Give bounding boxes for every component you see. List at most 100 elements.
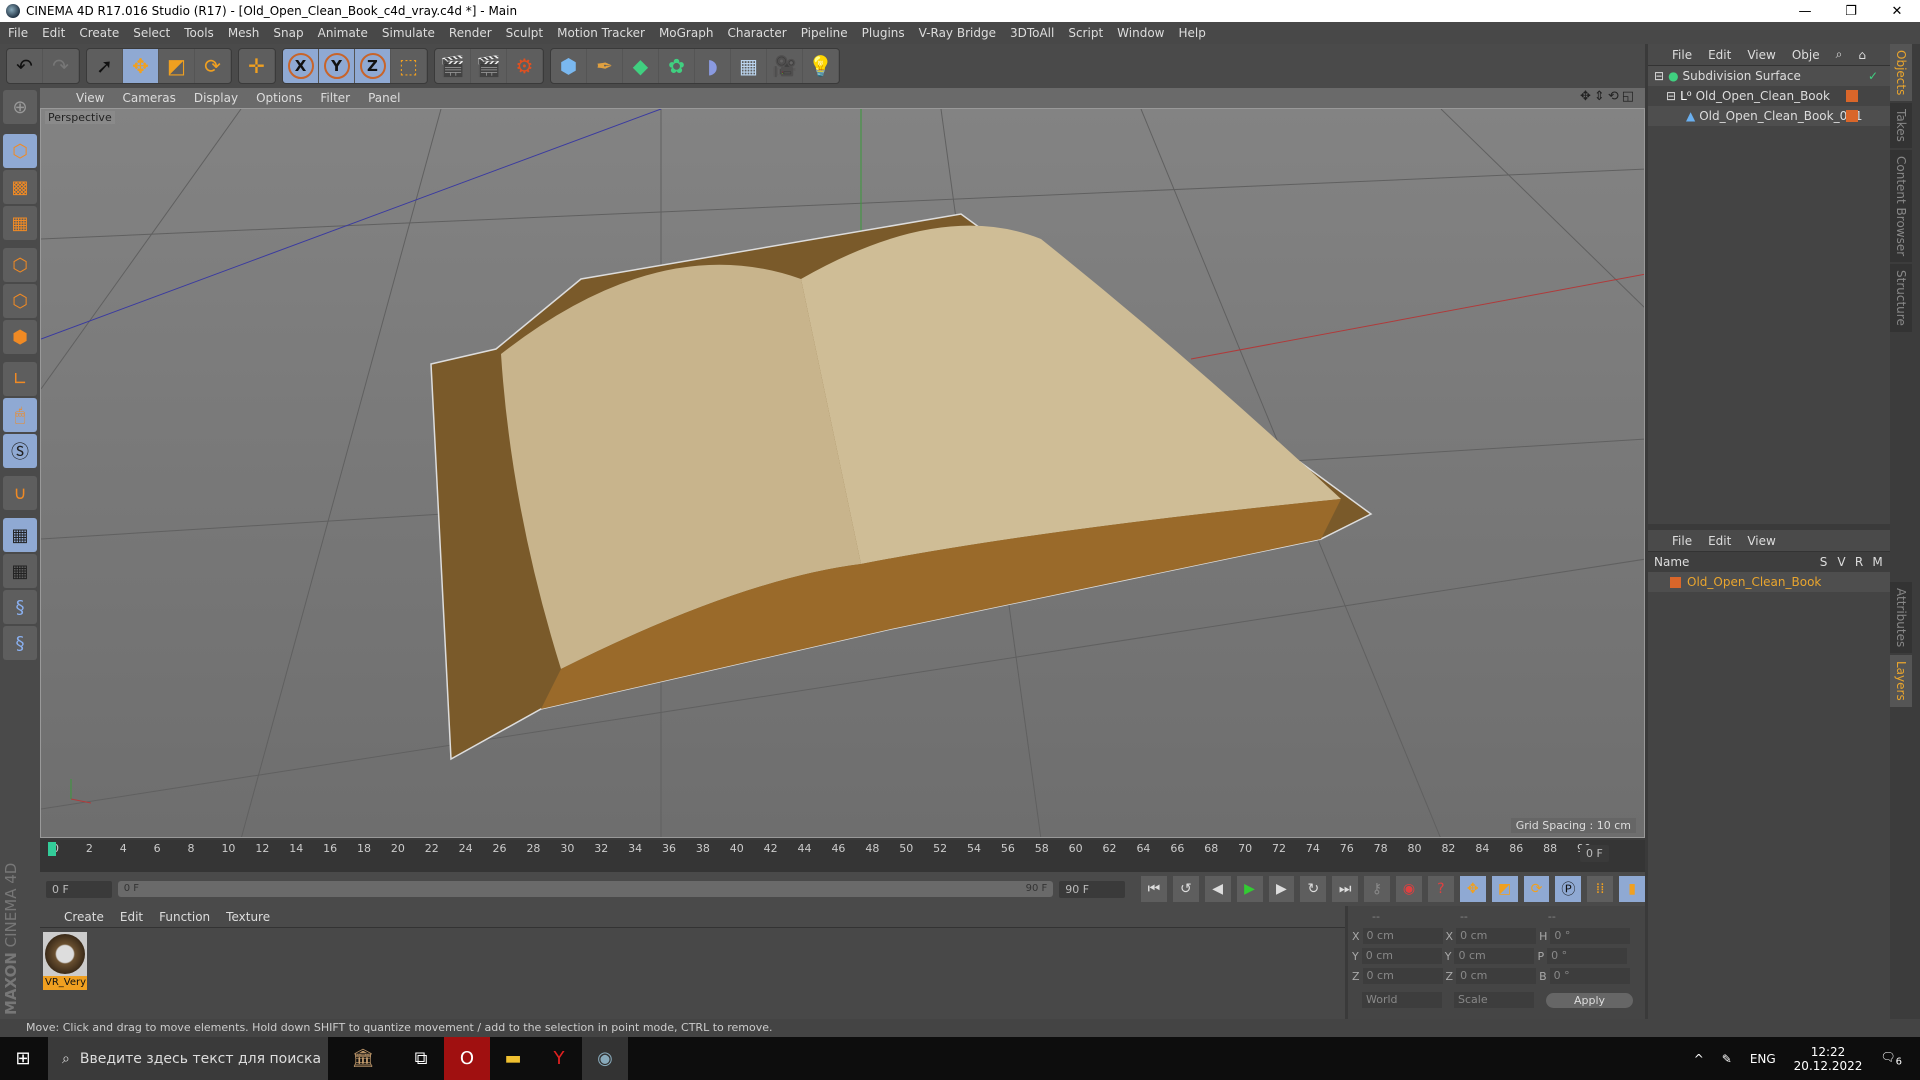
y-axis-icon[interactable]: Y — [319, 49, 355, 83]
move-mode-icon[interactable]: ✛ — [239, 49, 275, 83]
z-axis-icon[interactable]: Z — [355, 49, 391, 83]
menu-character[interactable]: Character — [727, 26, 786, 40]
tab-layers[interactable]: Layers — [1890, 655, 1912, 708]
size-y-field[interactable]: 0 cm — [1454, 948, 1535, 964]
rotation-h-field[interactable]: 0 ° — [1550, 928, 1631, 944]
range-slider[interactable]: 0 F 90 F — [117, 881, 1054, 897]
menu-sculpt[interactable]: Sculpt — [506, 26, 543, 40]
render-settings-icon[interactable]: ⚙ — [507, 49, 543, 83]
mat-menu-create[interactable]: Create — [64, 910, 104, 924]
cube-icon[interactable]: ⬢ — [551, 49, 587, 83]
orbit-icon[interactable]: ⟲ — [1608, 89, 1619, 104]
layer-menu-edit[interactable]: Edit — [1708, 534, 1731, 548]
workplane-align-icon[interactable]: ▦ — [3, 554, 37, 588]
book-model[interactable] — [430, 213, 1373, 761]
object-row[interactable]: ⊟ L⁰ Old_Open_Clean_Book — [1648, 86, 1890, 106]
object-row[interactable]: ▲ Old_Open_Clean_Book_001 — [1648, 106, 1890, 126]
taskbar-search[interactable]: ⌕ Введите здесь текст для поиска — [48, 1037, 328, 1080]
viewport-menu-filter[interactable]: Filter — [320, 91, 350, 105]
maximize-button[interactable]: ❐ — [1828, 0, 1874, 22]
tab-structure[interactable]: Structure — [1890, 264, 1912, 333]
viewport-menu-cameras[interactable]: Cameras — [122, 91, 175, 105]
windows-start-icon[interactable]: ⊞ — [0, 1037, 46, 1080]
redo-icon[interactable]: ↷ — [43, 49, 79, 83]
tab-content-browser[interactable]: Content Browser — [1890, 150, 1912, 263]
search-icon[interactable]: ⌕ — [1836, 47, 1843, 62]
magnet-icon[interactable]: ∪ — [3, 476, 37, 510]
go-to-start-icon[interactable]: ⏮ — [1141, 876, 1167, 902]
previous-frame-icon[interactable]: ◀ — [1204, 876, 1231, 902]
floor-icon[interactable]: ▦ — [731, 49, 767, 83]
menu-simulate[interactable]: Simulate — [382, 26, 435, 40]
mat-menu-texture[interactable]: Texture — [226, 910, 270, 924]
pen-icon[interactable]: ✒ — [587, 49, 623, 83]
key-rotation-icon[interactable]: ⟳ — [1523, 876, 1550, 902]
subdivision-icon[interactable]: ◆ — [623, 49, 659, 83]
next-key-icon[interactable]: ↻ — [1300, 876, 1327, 902]
menu-pipeline[interactable]: Pipeline — [801, 26, 848, 40]
menu-plugins[interactable]: Plugins — [862, 26, 905, 40]
menu-script[interactable]: Script — [1068, 26, 1103, 40]
render-picture-viewer-icon[interactable]: 🎬 — [471, 49, 507, 83]
model-mode-icon[interactable]: ⬡ — [3, 134, 37, 168]
snap-icon[interactable]: Ⓢ — [3, 434, 37, 468]
mat-menu-edit[interactable]: Edit — [120, 910, 143, 924]
position-x-field[interactable]: 0 cm — [1362, 928, 1443, 944]
menu-motion-tracker[interactable]: Motion Tracker — [557, 26, 645, 40]
perspective-viewport[interactable]: Perspective Grid Spacing : 10 cm — [40, 108, 1645, 838]
layer-color-swatch[interactable] — [1846, 90, 1858, 102]
polygons-mode-icon[interactable]: ⬢ — [3, 320, 37, 354]
menu-snap[interactable]: Snap — [273, 26, 303, 40]
move-icon[interactable]: ✥ — [123, 49, 159, 83]
play-icon[interactable]: ▶ — [1236, 876, 1263, 902]
language-indicator[interactable]: ENG — [1750, 1052, 1776, 1066]
scale-icon[interactable]: ◩ — [159, 49, 195, 83]
expand-icon[interactable]: ⊟ — [1666, 89, 1676, 103]
timeline-window-icon[interactable]: ▮ — [1619, 876, 1645, 902]
layer-row[interactable]: Old_Open_Clean_Book — [1648, 572, 1890, 592]
mat-menu-function[interactable]: Function — [159, 910, 210, 924]
light-icon[interactable]: 💡 — [803, 49, 839, 83]
key-parameter-icon[interactable]: Ⓟ — [1555, 876, 1582, 902]
viewport-menu-options[interactable]: Options — [256, 91, 302, 105]
home-icon[interactable]: ⌂ — [1858, 48, 1866, 62]
viewport-menu-view[interactable]: View — [76, 91, 104, 105]
menu-mesh[interactable]: Mesh — [228, 26, 260, 40]
key-scale-icon[interactable]: ◩ — [1491, 876, 1518, 902]
deformer-icon[interactable]: ◗ — [695, 49, 731, 83]
yandex-browser-icon[interactable]: Y — [536, 1037, 582, 1080]
search-highlight-icon[interactable]: 🏛 — [328, 1037, 398, 1080]
playhead[interactable] — [48, 842, 56, 856]
viewport-menu-panel[interactable]: Panel — [368, 91, 400, 105]
key-pla-icon[interactable]: ⁞⁞ — [1587, 876, 1614, 902]
size-x-field[interactable]: 0 cm — [1456, 928, 1537, 944]
next-frame-icon[interactable]: ▶ — [1268, 876, 1295, 902]
cinema4d-taskbar-icon[interactable]: ◉ — [582, 1037, 628, 1080]
x-axis-icon[interactable]: X — [283, 49, 319, 83]
render-view-icon[interactable]: 🎬 — [435, 49, 471, 83]
maximize-view-icon[interactable]: ◱ — [1622, 89, 1634, 104]
dolly-icon[interactable]: ⇕ — [1594, 89, 1605, 104]
position-z-field[interactable]: 0 cm — [1362, 968, 1443, 984]
previous-key-icon[interactable]: ↺ — [1172, 876, 1199, 902]
close-button[interactable]: ✕ — [1874, 0, 1920, 22]
menu-window[interactable]: Window — [1117, 26, 1164, 40]
menu-mograph[interactable]: MoGraph — [659, 26, 714, 40]
current-frame-field[interactable]: 0 F — [1580, 845, 1609, 862]
menu-3dtoall[interactable]: 3DToAll — [1010, 26, 1054, 40]
clock[interactable]: 12:22 20.12.2022 — [1794, 1045, 1863, 1073]
go-to-end-icon[interactable]: ⏭ — [1332, 876, 1359, 902]
object-row[interactable]: ⊟ ● Subdivision Surface ✓ — [1648, 66, 1890, 86]
lock-workplane-icon[interactable]: ▦ — [3, 518, 37, 552]
material-item[interactable]: VR_Very — [43, 932, 87, 990]
tab-takes[interactable]: Takes — [1890, 103, 1912, 149]
menu-file[interactable]: File — [8, 26, 28, 40]
timeline-ruler[interactable]: 0246810121416182022242628303234363840424… — [40, 840, 1645, 872]
rotation-b-field[interactable]: 0 ° — [1549, 968, 1630, 984]
select-icon[interactable]: ➚ — [87, 49, 123, 83]
checkmark-icon[interactable]: ✓ — [1868, 69, 1878, 83]
workplane-grid-icon[interactable]: ▦ — [3, 206, 37, 240]
minimize-button[interactable]: — — [1782, 0, 1828, 22]
menu-render[interactable]: Render — [449, 26, 492, 40]
obj-menu-file[interactable]: File — [1672, 48, 1692, 62]
